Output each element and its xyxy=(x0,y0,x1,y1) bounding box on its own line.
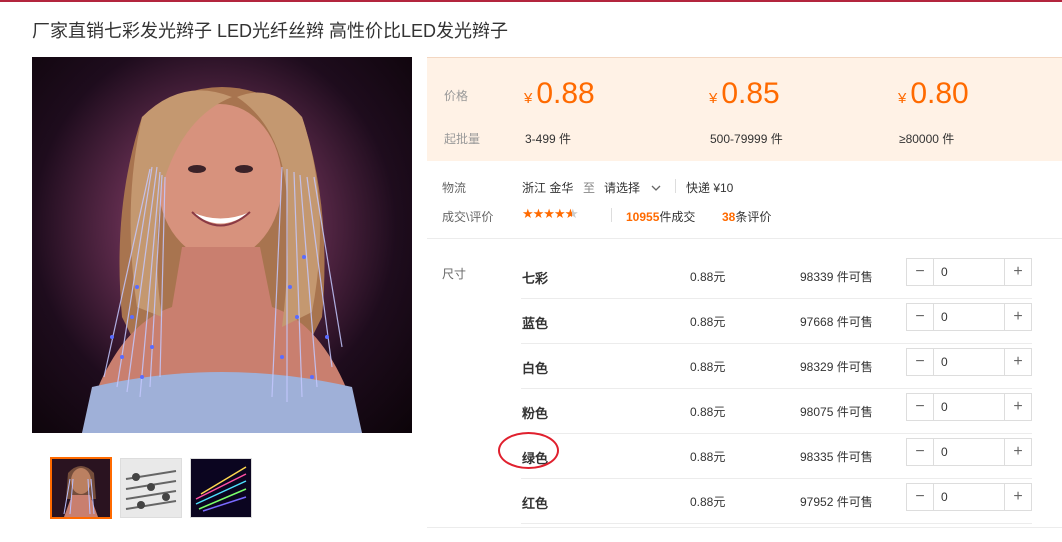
sku-row: 白色 0.88元 98329 件可售 − + xyxy=(521,344,1032,389)
quantity-input[interactable] xyxy=(935,394,1004,420)
sku-price: 0.88元 xyxy=(690,315,726,329)
decrement-button[interactable]: − xyxy=(907,394,934,420)
thumbnail-2[interactable] xyxy=(120,458,182,518)
sku-name: 红色 xyxy=(522,496,549,511)
price-value: 0.85 xyxy=(721,77,780,110)
sku-row: 蓝色 0.88元 97668 件可售 − + xyxy=(521,299,1032,344)
sku-price: 0.88元 xyxy=(690,360,726,374)
deals-count: 10955 xyxy=(626,210,660,224)
sku-price: 0.88元 xyxy=(690,495,726,509)
reviews-label: 成交\评价 xyxy=(442,210,494,224)
destination-select-label: 请选择 xyxy=(604,181,641,195)
price-tier-3: ¥0.80 xyxy=(898,77,969,111)
price-tier-2: ¥0.85 xyxy=(709,77,780,111)
quantity-stepper: − + xyxy=(906,348,1032,376)
sku-name: 粉色 xyxy=(522,406,549,421)
sku-stock: 97668 件可售 xyxy=(800,315,873,329)
thumbnail-1[interactable] xyxy=(50,457,112,519)
sku-price: 0.88元 xyxy=(690,405,726,419)
increment-button[interactable]: + xyxy=(1004,394,1031,420)
thumbnail-3[interactable] xyxy=(190,458,252,518)
main-product-image[interactable] xyxy=(32,57,412,433)
sku-stock: 98335 件可售 xyxy=(800,450,873,464)
sku-name: 蓝色 xyxy=(522,316,549,331)
product-title: 厂家直销七彩发光辫子 LED光纤丝辫 高性价比LED发光辫子 xyxy=(32,21,509,41)
decrement-button[interactable]: − xyxy=(907,439,934,465)
quantity-stepper: − + xyxy=(906,393,1032,421)
review-count-link[interactable]: 38条评价 xyxy=(722,208,771,225)
destination-select[interactable]: 请选择 xyxy=(604,179,661,196)
quantity-input[interactable] xyxy=(935,259,1004,285)
shipping-fee: 快递 ¥10 xyxy=(686,181,734,195)
quantity-input[interactable] xyxy=(935,439,1004,465)
increment-button[interactable]: + xyxy=(1004,259,1031,285)
review-suffix: 条评价 xyxy=(735,210,772,224)
decrement-button[interactable]: − xyxy=(907,304,934,330)
quantity-stepper: − + xyxy=(906,303,1032,331)
price-value: 0.80 xyxy=(910,77,969,110)
quantity-stepper: − + xyxy=(906,258,1032,286)
deals-count-link[interactable]: 10955件成交 xyxy=(626,208,695,225)
sku-name: 七彩 xyxy=(522,271,549,286)
increment-button[interactable]: + xyxy=(1004,304,1031,330)
increment-button[interactable]: + xyxy=(1004,439,1031,465)
quantity-stepper: − + xyxy=(906,438,1032,466)
highlight-circle-annotation xyxy=(498,432,559,469)
currency-symbol: ¥ xyxy=(898,90,907,107)
rating-stars-icon: ★★★★★★ xyxy=(522,206,578,221)
qty-tier-1: 3-499 件 xyxy=(525,132,572,146)
sku-stock: 97952 件可售 xyxy=(800,495,873,509)
sku-price: 0.88元 xyxy=(690,270,726,284)
sku-label: 尺寸 xyxy=(442,267,467,281)
sku-stock: 98329 件可售 xyxy=(800,360,873,374)
price-panel: 价格 起批量 ¥0.88 ¥0.85 ¥0.80 3-499 件 500-799… xyxy=(427,57,1062,161)
review-count: 38 xyxy=(722,210,736,224)
min-qty-label: 起批量 xyxy=(444,132,481,146)
qty-tier-3: ≥80000 件 xyxy=(899,132,955,146)
increment-button[interactable]: + xyxy=(1004,484,1031,510)
sku-row: 红色 0.88元 97952 件可售 − + xyxy=(521,479,1032,524)
sku-price: 0.88元 xyxy=(690,450,726,464)
sku-row: 绿色 0.88元 98335 件可售 − + xyxy=(521,434,1032,479)
top-border xyxy=(0,0,1062,2)
price-label: 价格 xyxy=(444,89,469,103)
currency-symbol: ¥ xyxy=(709,90,718,107)
logistics-to: 至 xyxy=(583,181,596,195)
sku-row: 七彩 0.88元 98339 件可售 − + xyxy=(521,254,1032,299)
sku-stock: 98075 件可售 xyxy=(800,405,873,419)
quantity-stepper: − + xyxy=(906,483,1032,511)
decrement-button[interactable]: − xyxy=(907,259,934,285)
decrement-button[interactable]: − xyxy=(907,484,934,510)
price-tier-1: ¥0.88 xyxy=(524,77,595,111)
divider xyxy=(675,179,676,193)
section-divider xyxy=(427,527,1062,528)
sku-row: 粉色 0.88元 98075 件可售 − + xyxy=(521,389,1032,434)
chevron-down-icon xyxy=(651,181,661,195)
increment-button[interactable]: + xyxy=(1004,349,1031,375)
logistics-origin: 浙江 金华 xyxy=(522,181,574,195)
quantity-input[interactable] xyxy=(935,304,1004,330)
logistics-label: 物流 xyxy=(442,181,467,195)
decrement-button[interactable]: − xyxy=(907,349,934,375)
sku-name: 白色 xyxy=(522,361,549,376)
quantity-input[interactable] xyxy=(935,349,1004,375)
currency-symbol: ¥ xyxy=(524,90,533,107)
section-divider xyxy=(427,238,1062,239)
divider xyxy=(611,208,612,222)
deals-suffix: 件成交 xyxy=(659,210,696,224)
price-value: 0.88 xyxy=(536,77,595,110)
sku-stock: 98339 件可售 xyxy=(800,270,873,284)
quantity-input[interactable] xyxy=(935,484,1004,510)
qty-tier-2: 500-79999 件 xyxy=(710,132,783,146)
